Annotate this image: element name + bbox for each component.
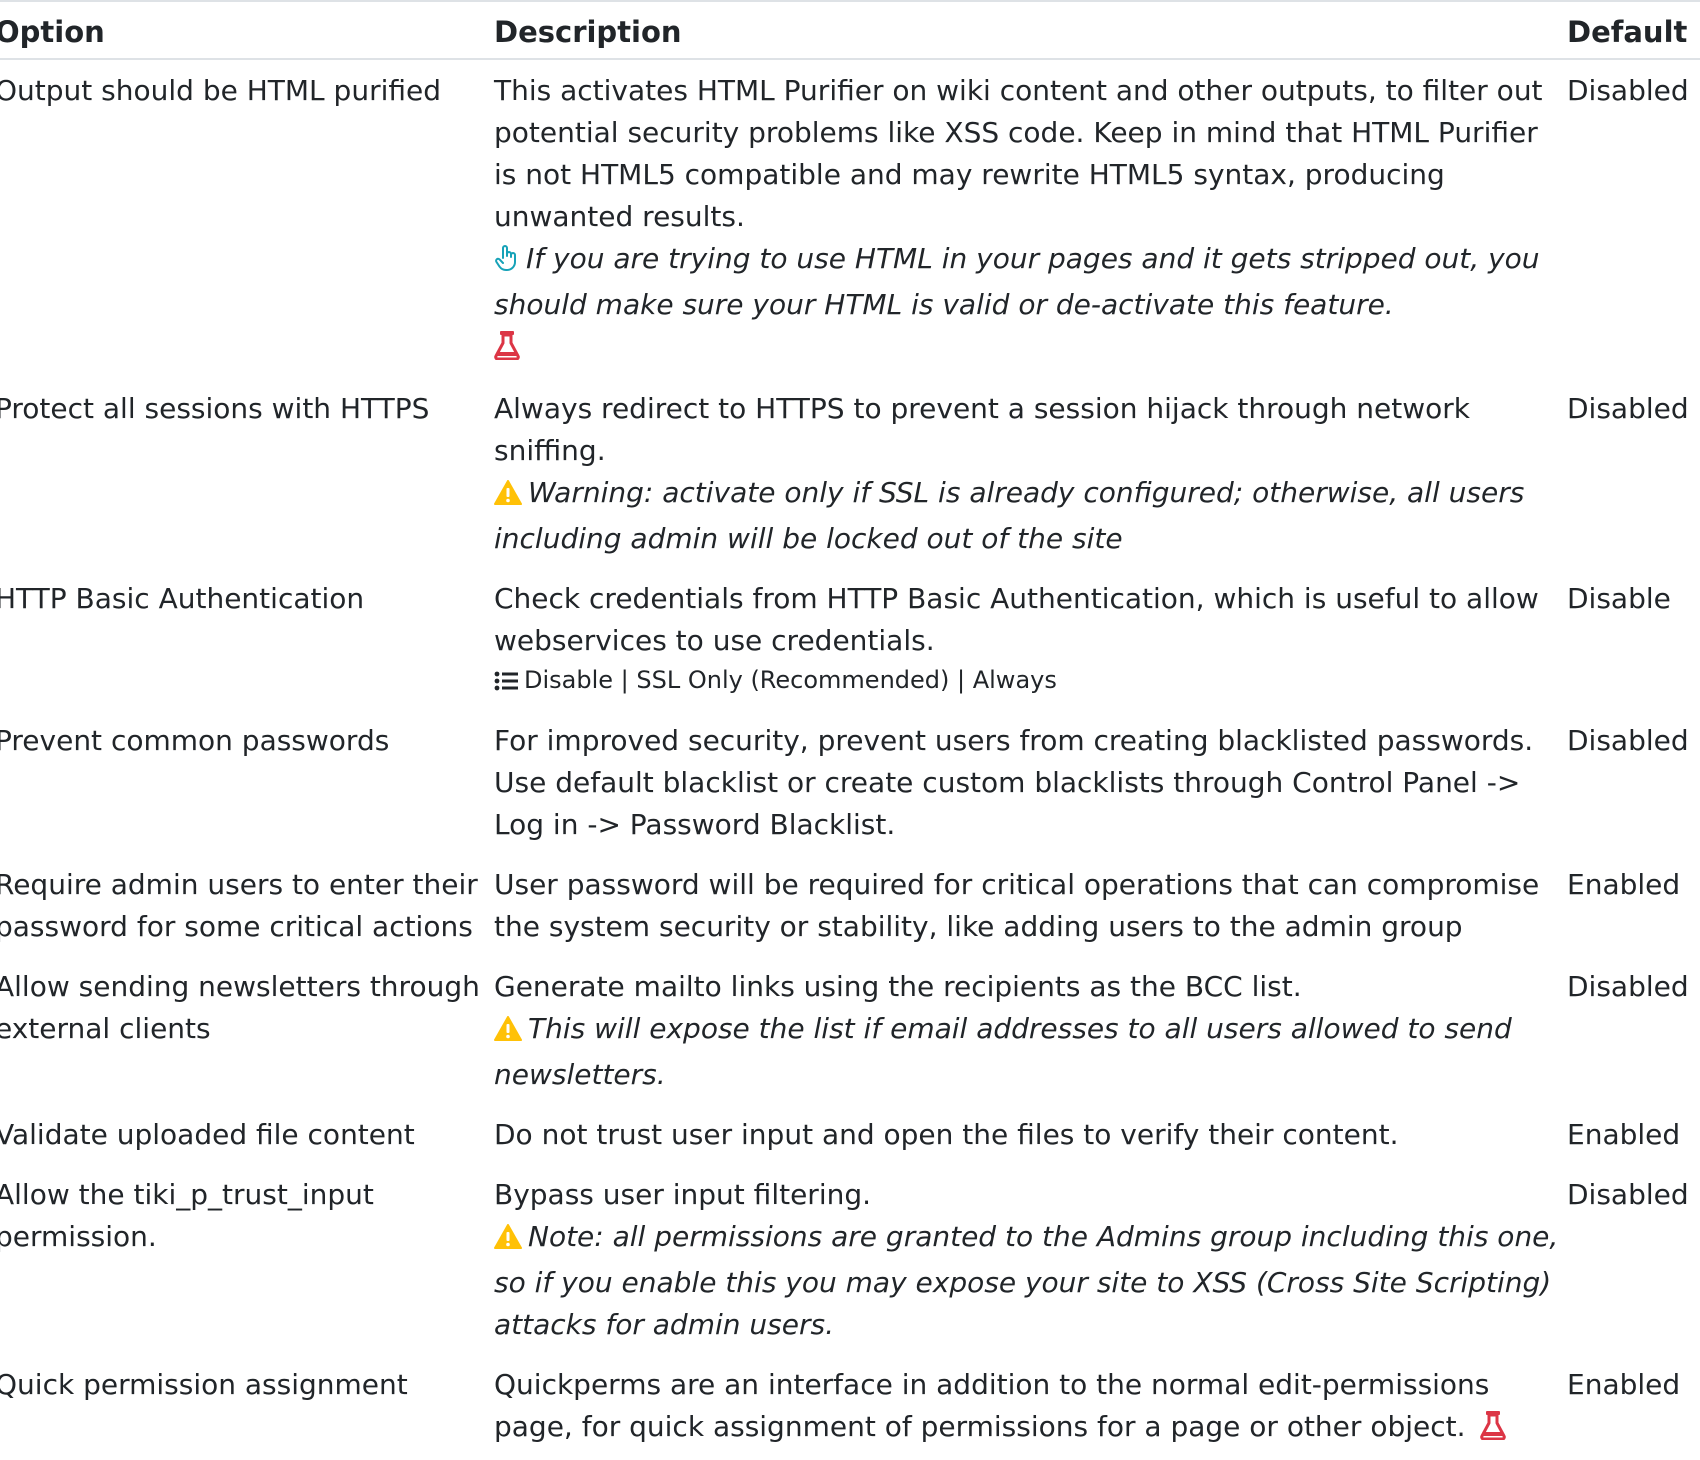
- pointing-hand-icon: [494, 242, 520, 284]
- table-header-row: Option Description Default: [0, 3, 1700, 60]
- option-description: User password will be required for criti…: [494, 868, 1540, 943]
- option-name: Protect all sessions with HTTPS: [0, 392, 430, 425]
- option-description: Quickperms are an interface in addition …: [494, 1368, 1490, 1443]
- option-name: Require admin users to enter their passw…: [0, 868, 478, 943]
- top-divider: [0, 0, 1700, 2]
- option-name: HTTP Basic Authentication: [0, 582, 365, 615]
- option-description: Do not trust user input and open the fil…: [494, 1118, 1399, 1151]
- option-warning-text: Note: all permissions are granted to the…: [494, 1220, 1559, 1341]
- column-header-option[interactable]: Option: [0, 3, 494, 60]
- option-default: Disabled: [1567, 392, 1689, 425]
- option-description: For improved security, prevent users fro…: [494, 724, 1534, 841]
- warning-icon: [494, 476, 522, 518]
- list-icon: [494, 666, 518, 702]
- option-default: Enabled: [1567, 868, 1681, 901]
- option-description-cell: Bypass user input filtering. Note: all p…: [494, 1164, 1567, 1354]
- table-row: Allow the tiki_p_trust_input permission.…: [0, 1164, 1700, 1354]
- experimental-marker: [494, 326, 1567, 370]
- table-row: Validate uploaded file content Do not tr…: [0, 1104, 1700, 1164]
- option-description-cell: Check credentials from HTTP Basic Authen…: [494, 568, 1567, 710]
- option-description: Generate mailto links using the recipien…: [494, 970, 1302, 1003]
- preferences-table: Option Description Default Output should…: [0, 3, 1700, 1460]
- option-name: Allow the tiki_p_trust_input permission.: [0, 1178, 374, 1253]
- option-warning: This will expose the list if email addre…: [494, 1008, 1567, 1096]
- flask-icon: [494, 330, 520, 372]
- option-tip: If you are trying to use HTML in your pa…: [494, 238, 1567, 326]
- option-description: Check credentials from HTTP Basic Authen…: [494, 582, 1539, 657]
- option-description: This activates HTML Purifier on wiki con…: [494, 74, 1543, 233]
- option-default: Disabled: [1567, 970, 1689, 1003]
- option-default: Enabled: [1567, 1118, 1681, 1151]
- option-warning-text: This will expose the list if email addre…: [494, 1012, 1512, 1091]
- warning-icon: [494, 1220, 522, 1262]
- option-description: Bypass user input filtering.: [494, 1178, 872, 1211]
- column-header-description[interactable]: Description: [494, 3, 1567, 60]
- table-row: Prevent common passwords For improved se…: [0, 710, 1700, 854]
- option-warning: Note: all permissions are granted to the…: [494, 1216, 1567, 1346]
- option-tip-text: If you are trying to use HTML in your pa…: [494, 242, 1540, 321]
- option-name: Validate uploaded file content: [0, 1118, 415, 1151]
- option-default: Disabled: [1567, 1178, 1689, 1211]
- table-row: Protect all sessions with HTTPS Always r…: [0, 378, 1700, 568]
- option-description-cell: Quickperms are an interface in addition …: [494, 1354, 1567, 1460]
- option-choices: Disable | SSL Only (Recommended) | Alway…: [494, 662, 1567, 702]
- option-name: Quick permission assignment: [0, 1368, 408, 1401]
- warning-icon: [494, 1012, 522, 1054]
- option-warning-text: Warning: activate only if SSL is already…: [494, 476, 1525, 555]
- column-header-default[interactable]: Default: [1567, 3, 1700, 60]
- table-row: Quick permission assignment Quickperms a…: [0, 1354, 1700, 1460]
- option-default: Disable: [1567, 582, 1671, 615]
- option-warning: Warning: activate only if SSL is already…: [494, 472, 1567, 560]
- option-name: Prevent common passwords: [0, 724, 390, 757]
- option-default: Disabled: [1567, 74, 1689, 107]
- table-row: HTTP Basic Authentication Check credenti…: [0, 568, 1700, 710]
- option-default: Enabled: [1567, 1368, 1681, 1401]
- table-row: Require admin users to enter their passw…: [0, 854, 1700, 956]
- option-name: Allow sending newsletters through extern…: [0, 970, 480, 1045]
- option-description-cell: This activates HTML Purifier on wiki con…: [494, 59, 1567, 378]
- option-description-cell: Generate mailto links using the recipien…: [494, 956, 1567, 1104]
- table-row: Allow sending newsletters through extern…: [0, 956, 1700, 1104]
- table-row: Output should be HTML purified This acti…: [0, 59, 1700, 378]
- flask-icon: [1480, 1410, 1507, 1452]
- option-description: Always redirect to HTTPS to prevent a se…: [494, 392, 1470, 467]
- option-name: Output should be HTML purified: [0, 74, 441, 107]
- option-description-cell: Always redirect to HTTPS to prevent a se…: [494, 378, 1567, 568]
- option-choices-text: Disable | SSL Only (Recommended) | Alway…: [524, 666, 1057, 694]
- option-default: Disabled: [1567, 724, 1689, 757]
